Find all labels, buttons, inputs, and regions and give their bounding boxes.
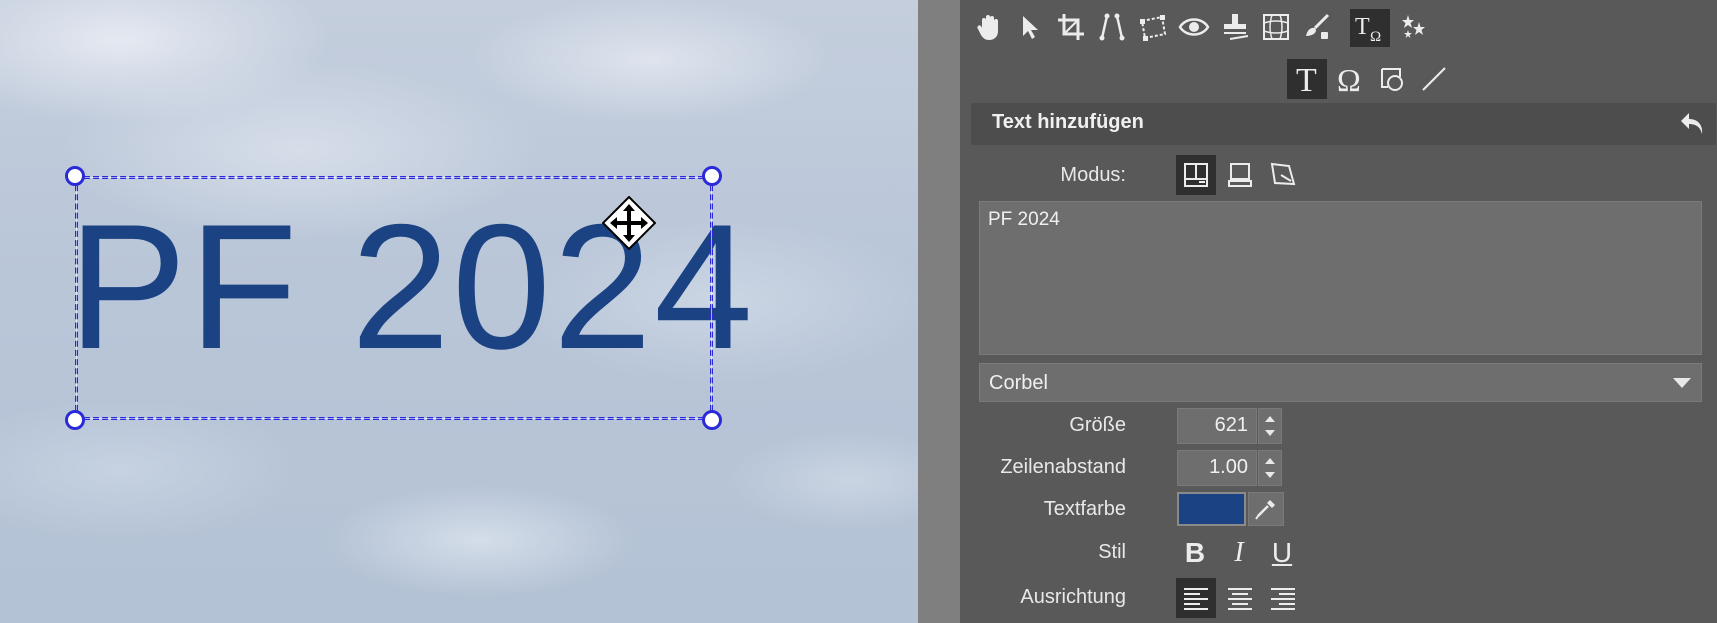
- resize-handle-top-right[interactable]: [702, 166, 722, 186]
- mode-box-icon[interactable]: [1176, 155, 1216, 195]
- panel-divider: [918, 0, 960, 623]
- pointer-icon[interactable]: [1012, 9, 1048, 45]
- underline-button[interactable]: U: [1263, 534, 1301, 572]
- section-header: Text hinzufügen: [971, 103, 1716, 145]
- size-input[interactable]: 621: [1177, 408, 1257, 444]
- text-input-area[interactable]: PF 2024: [979, 201, 1702, 355]
- image-canvas[interactable]: PF 2024: [0, 0, 918, 623]
- omega-symbol-icon[interactable]: Ω: [1330, 59, 1370, 99]
- stepper-up-icon[interactable]: [1265, 458, 1275, 464]
- alignment-label: Ausrichtung: [1020, 586, 1126, 608]
- crop-icon[interactable]: [1053, 9, 1089, 45]
- chevron-down-icon: [1673, 378, 1691, 388]
- stepper-up-icon[interactable]: [1265, 416, 1275, 422]
- text-symbol-icon[interactable]: TΩ: [1350, 9, 1390, 47]
- svg-text:Ω: Ω: [1370, 29, 1381, 44]
- line-spacing-input[interactable]: 1.00: [1177, 450, 1257, 486]
- move-cursor-icon: [601, 195, 657, 251]
- text-color-label: Textfarbe: [1043, 498, 1126, 520]
- svg-text:Ω: Ω: [1337, 63, 1361, 95]
- modus-label: Modus:: [1060, 164, 1126, 186]
- red-eye-icon[interactable]: [1176, 9, 1212, 45]
- size-label: Größe: [1069, 414, 1126, 436]
- brush-icon[interactable]: [1299, 9, 1335, 45]
- align-center-icon[interactable]: [1220, 578, 1260, 618]
- stepper-down-icon[interactable]: [1265, 430, 1275, 436]
- line-spacing-label: Zeilenabstand: [1000, 456, 1126, 478]
- tool-panel: TΩ T Ω Text hinzufügen Modus: PF 2024 Co…: [960, 0, 1717, 623]
- mode-bottom-icon[interactable]: [1220, 155, 1260, 195]
- mesh-warp-icon[interactable]: [1258, 9, 1294, 45]
- resize-handle-top-left[interactable]: [65, 166, 85, 186]
- hand-icon[interactable]: [971, 9, 1007, 45]
- font-dropdown-value: Corbel: [989, 372, 1048, 394]
- clone-stamp-icon[interactable]: [1217, 9, 1253, 45]
- font-dropdown[interactable]: Corbel: [979, 363, 1702, 402]
- text-color-swatch[interactable]: [1177, 492, 1246, 526]
- eyedropper-icon[interactable]: [1248, 492, 1284, 526]
- style-label: Stil: [1098, 541, 1126, 563]
- mode-perspective-icon[interactable]: [1263, 155, 1303, 195]
- stepper-down-icon[interactable]: [1265, 472, 1275, 478]
- text-tool-icon[interactable]: T: [1287, 59, 1327, 99]
- resize-handle-bottom-left[interactable]: [65, 410, 85, 430]
- svg-text:T: T: [1296, 63, 1317, 95]
- perspective-lines-icon[interactable]: [1094, 9, 1130, 45]
- undo-back-icon[interactable]: [1676, 108, 1708, 140]
- bold-button[interactable]: B: [1176, 534, 1214, 572]
- align-left-icon[interactable]: [1176, 578, 1216, 618]
- svg-text:T: T: [1355, 14, 1370, 40]
- stars-effects-icon[interactable]: [1395, 9, 1431, 45]
- resize-handle-bottom-right[interactable]: [702, 410, 722, 430]
- italic-button[interactable]: I: [1220, 534, 1258, 572]
- size-stepper[interactable]: [1258, 408, 1282, 444]
- align-right-icon[interactable]: [1263, 578, 1303, 618]
- shape-icon[interactable]: [1372, 59, 1412, 99]
- section-title: Text hinzufügen: [992, 111, 1144, 133]
- line-icon[interactable]: [1414, 59, 1454, 99]
- transform-icon[interactable]: [1135, 9, 1171, 45]
- line-spacing-stepper[interactable]: [1258, 450, 1282, 486]
